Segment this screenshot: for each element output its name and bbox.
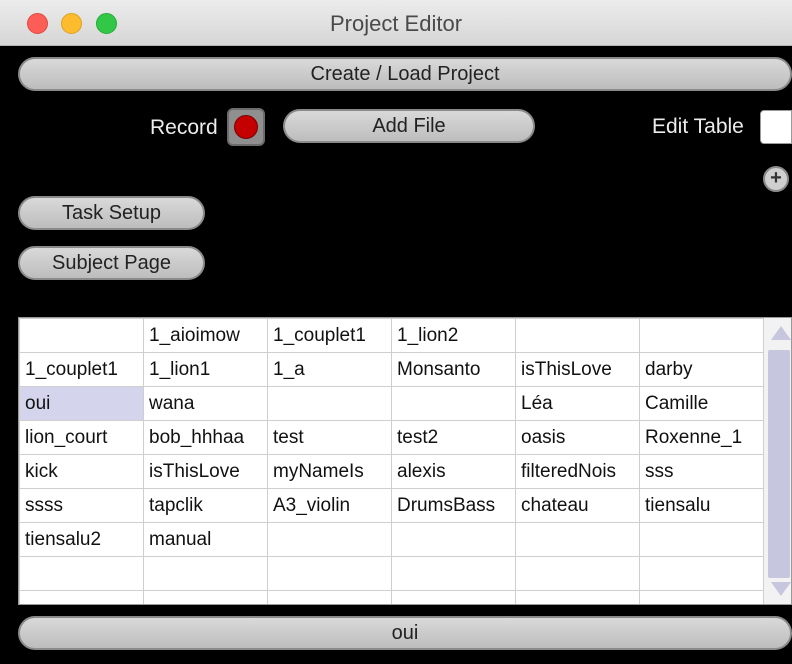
table-row — [19, 590, 764, 604]
table-cell[interactable]: alexis — [391, 454, 516, 489]
table-cell[interactable]: kick — [19, 454, 144, 489]
table-cell[interactable]: sss — [639, 454, 764, 489]
table-cell[interactable] — [515, 318, 640, 353]
edit-table-checkbox[interactable] — [760, 110, 792, 144]
selected-item-button[interactable]: oui — [18, 616, 792, 650]
table-cell[interactable]: 1_couplet1 — [267, 318, 392, 353]
table-cell[interactable]: ssss — [19, 488, 144, 523]
table-cell[interactable]: darby — [639, 352, 764, 387]
table-row: ssss tapclik A3_violin DrumsBass chateau tien… — [19, 488, 764, 523]
table-cell[interactable] — [267, 522, 392, 557]
edit-table-label: Edit Table — [652, 115, 744, 138]
scroll-thumb[interactable] — [768, 350, 790, 578]
table-cell[interactable]: 1_aioimow — [143, 318, 268, 353]
table-cell[interactable]: Roxenne_1 — [639, 420, 764, 455]
table-row — [19, 556, 764, 591]
add-file-button[interactable]: Add File — [283, 109, 535, 143]
add-row-button[interactable]: + — [763, 166, 789, 192]
window-title: Project Editor — [329, 11, 463, 36]
create-load-project-button[interactable]: Create / Load Project — [18, 57, 792, 91]
table-cell[interactable]: tiensalu — [639, 488, 764, 523]
table-cell[interactable]: A3_violin — [267, 488, 392, 523]
project-editor-window: Project Editor Create / Load Project Rec… — [0, 0, 792, 664]
table-row: 1_couplet1 1_lion1 1_a Monsanto isThisLove da… — [19, 352, 764, 387]
table-row: lion_court bob_hhhaa test test2 oasis Roxenne… — [19, 420, 764, 455]
table-cell[interactable]: tiensalu2 — [19, 522, 144, 557]
table-scrollbar[interactable] — [763, 318, 791, 604]
record-icon — [234, 115, 258, 139]
table-cell[interactable]: Léa — [515, 386, 640, 421]
table-cell[interactable] — [143, 590, 268, 604]
table-cell[interactable]: lion_court — [19, 420, 144, 455]
table-cell[interactable]: filteredNois — [515, 454, 640, 489]
subject-page-button[interactable]: Subject Page — [18, 246, 205, 280]
table-cell[interactable]: test2 — [391, 420, 516, 455]
table-cell[interactable] — [515, 556, 640, 591]
table-row: oui wana Léa Camille — [19, 386, 764, 421]
title-bar: Project Editor — [0, 0, 792, 46]
table-cell[interactable] — [391, 556, 516, 591]
table-cell[interactable] — [639, 522, 764, 557]
plus-icon: + — [770, 167, 782, 189]
table-cell[interactable]: myNameIs — [267, 454, 392, 489]
table-row: kick isThisLove myNameIs alexis filteredNois… — [19, 454, 764, 489]
table-cell[interactable] — [515, 590, 640, 604]
table-cell[interactable]: Camille — [639, 386, 764, 421]
table-cell[interactable]: isThisLove — [515, 352, 640, 387]
table-cell[interactable]: oui — [19, 386, 144, 421]
table-cell[interactable] — [143, 556, 268, 591]
record-toggle[interactable] — [227, 108, 265, 146]
table-cell[interactable] — [267, 556, 392, 591]
scroll-up-arrow-icon[interactable] — [771, 326, 791, 340]
table-cell[interactable] — [19, 556, 144, 591]
table-cell[interactable]: 1_a — [267, 352, 392, 387]
table-cell[interactable]: manual — [143, 522, 268, 557]
table-cell[interactable] — [267, 386, 392, 421]
project-table: 1_aioimow 1_couplet1 1_lion2 1_couplet1 1_li… — [18, 317, 792, 605]
table-cell[interactable]: isThisLove — [143, 454, 268, 489]
project-grid: 1_aioimow 1_couplet1 1_lion2 1_couplet1 1_li… — [19, 318, 764, 604]
table-cell[interactable]: chateau — [515, 488, 640, 523]
table-cell[interactable]: Monsanto — [391, 352, 516, 387]
table-cell[interactable] — [267, 590, 392, 604]
table-cell[interactable]: 1_lion2 — [391, 318, 516, 353]
scroll-down-arrow-icon[interactable] — [771, 582, 791, 596]
table-cell[interactable] — [639, 590, 764, 604]
table-row: tiensalu2 manual — [19, 522, 764, 557]
table-cell[interactable]: test — [267, 420, 392, 455]
record-label: Record — [150, 116, 218, 139]
table-cell[interactable]: tapclik — [143, 488, 268, 523]
table-cell[interactable]: wana — [143, 386, 268, 421]
table-cell[interactable] — [19, 590, 144, 604]
table-cell[interactable] — [19, 318, 144, 353]
table-cell[interactable] — [391, 522, 516, 557]
table-cell[interactable] — [391, 590, 516, 604]
table-cell[interactable]: DrumsBass — [391, 488, 516, 523]
table-cell[interactable] — [515, 522, 640, 557]
table-cell[interactable] — [639, 318, 764, 353]
table-cell[interactable]: 1_lion1 — [143, 352, 268, 387]
table-cell[interactable] — [391, 386, 516, 421]
table-cell[interactable]: bob_hhhaa — [143, 420, 268, 455]
table-cell[interactable]: oasis — [515, 420, 640, 455]
table-row: 1_aioimow 1_couplet1 1_lion2 — [19, 318, 764, 353]
task-setup-button[interactable]: Task Setup — [18, 196, 205, 230]
table-cell[interactable]: 1_couplet1 — [19, 352, 144, 387]
table-cell[interactable] — [639, 556, 764, 591]
